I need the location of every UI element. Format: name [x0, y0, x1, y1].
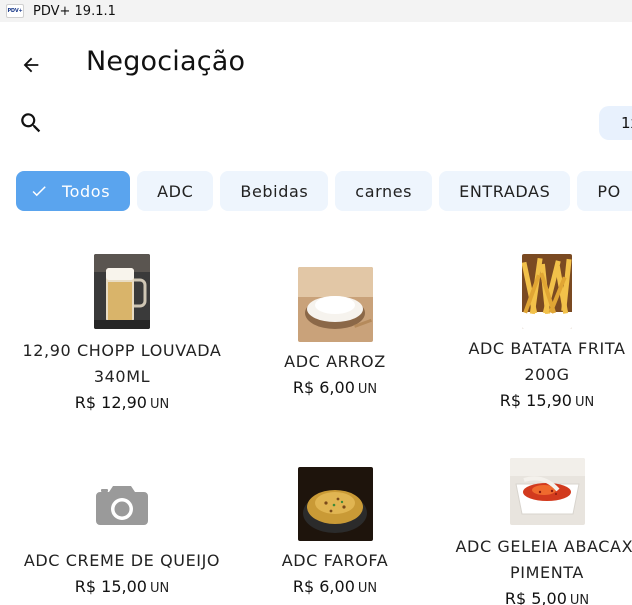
product-card[interactable]: ADC GELEIA ABACAXI PIMENTA R$ 5,00 UN	[442, 458, 632, 605]
french-fries-photo	[522, 254, 572, 329]
category-chip-todos[interactable]: Todos	[16, 171, 131, 211]
product-name: ADC GELEIA ABACAXI	[455, 537, 632, 556]
product-card[interactable]: ADC FAROFA R$ 6,00 UN	[230, 467, 440, 602]
product-price: R$ 15,90	[499, 391, 572, 410]
category-chip-label: Todos	[62, 181, 111, 201]
product-card[interactable]: ADC CREME DE QUEIJO R$ 15,00 UN	[17, 482, 227, 602]
quantity-label: 1x	[621, 114, 632, 132]
product-unit: UN	[149, 581, 170, 596]
arrow-left-icon	[23, 57, 39, 73]
product-price: R$ 12,90	[74, 393, 147, 412]
beer-mug-photo	[94, 254, 150, 329]
product-name-line2: 340ML	[93, 367, 151, 386]
window-title: PDV+ 19.1.1	[33, 3, 116, 19]
page-header: Negociação	[0, 40, 632, 90]
title-bar: PDV+ PDV+ 19.1.1	[0, 0, 632, 22]
category-chip-po[interactable]: PO	[577, 171, 632, 211]
product-price-line: R$ 6,00 UN	[230, 574, 440, 602]
product-price-line: R$ 5,00 UN	[442, 586, 632, 605]
page-title: Negociação	[86, 46, 246, 77]
category-chip-label: ENTRADAS	[459, 181, 551, 201]
pepper-jelly-photo	[509, 458, 585, 525]
product-name-line2: 200G	[524, 365, 570, 384]
category-chip-carnes[interactable]: carnes	[335, 171, 433, 211]
product-price: R$ 6,00	[292, 577, 355, 596]
product-name: ADC CREME DE QUEIJO	[23, 551, 221, 570]
product-price-line: R$ 6,00 UN	[230, 375, 440, 403]
app-logo: PDV+	[6, 4, 24, 18]
category-chip-adc[interactable]: ADC	[137, 171, 214, 211]
product-card[interactable]: 12,90 CHOPP LOUVADA 340ML R$ 12,90 UN	[17, 254, 227, 418]
product-price: R$ 5,00	[504, 589, 567, 605]
product-name-line2: PIMENTA	[510, 563, 584, 582]
category-chip-entradas[interactable]: ENTRADAS	[439, 171, 571, 211]
category-chip-bebidas[interactable]: Bebidas	[220, 171, 329, 211]
product-price-line: R$ 12,90 UN	[17, 390, 227, 418]
category-chip-label: ADC	[157, 181, 194, 201]
product-unit: UN	[574, 395, 595, 410]
product-unit: UN	[357, 581, 378, 596]
check-icon	[30, 182, 48, 200]
search-button[interactable]	[14, 106, 48, 140]
camera-placeholder-icon	[96, 486, 148, 525]
product-unit: UN	[357, 382, 378, 397]
category-filter-bar: Todos ADC Bebidas carnes ENTRADAS PO	[16, 171, 632, 211]
category-chip-label: carnes	[355, 181, 413, 201]
product-name: ADC FAROFA	[281, 551, 389, 570]
app-logo-text: PDV+	[7, 8, 23, 14]
product-name: 12,90 CHOPP LOUVADA	[22, 341, 222, 360]
rice-bowl-photo	[297, 267, 373, 342]
product-card[interactable]: ADC BATATA FRITA 200G R$ 15,90 UN	[442, 254, 632, 416]
product-unit: UN	[569, 593, 590, 605]
product-price: R$ 6,00	[292, 378, 355, 397]
back-button[interactable]	[14, 48, 48, 82]
product-price-line: R$ 15,00 UN	[17, 574, 227, 602]
app-window: PDV+ PDV+ 19.1.1 Negociação 1x Todos ADC	[0, 0, 632, 605]
product-price: R$ 15,00	[74, 577, 147, 596]
product-price-line: R$ 15,90 UN	[442, 388, 632, 416]
product-name: ADC BATATA FRITA	[468, 339, 626, 358]
farofa-bowl-photo	[297, 467, 373, 541]
search-icon	[21, 113, 41, 133]
category-chip-label: PO	[597, 181, 621, 201]
product-unit: UN	[149, 397, 170, 412]
product-card[interactable]: ADC ARROZ R$ 6,00 UN	[230, 267, 440, 403]
quantity-selector[interactable]: 1x	[599, 106, 632, 140]
product-name: ADC ARROZ	[284, 352, 386, 371]
category-chip-label: Bebidas	[240, 181, 309, 201]
